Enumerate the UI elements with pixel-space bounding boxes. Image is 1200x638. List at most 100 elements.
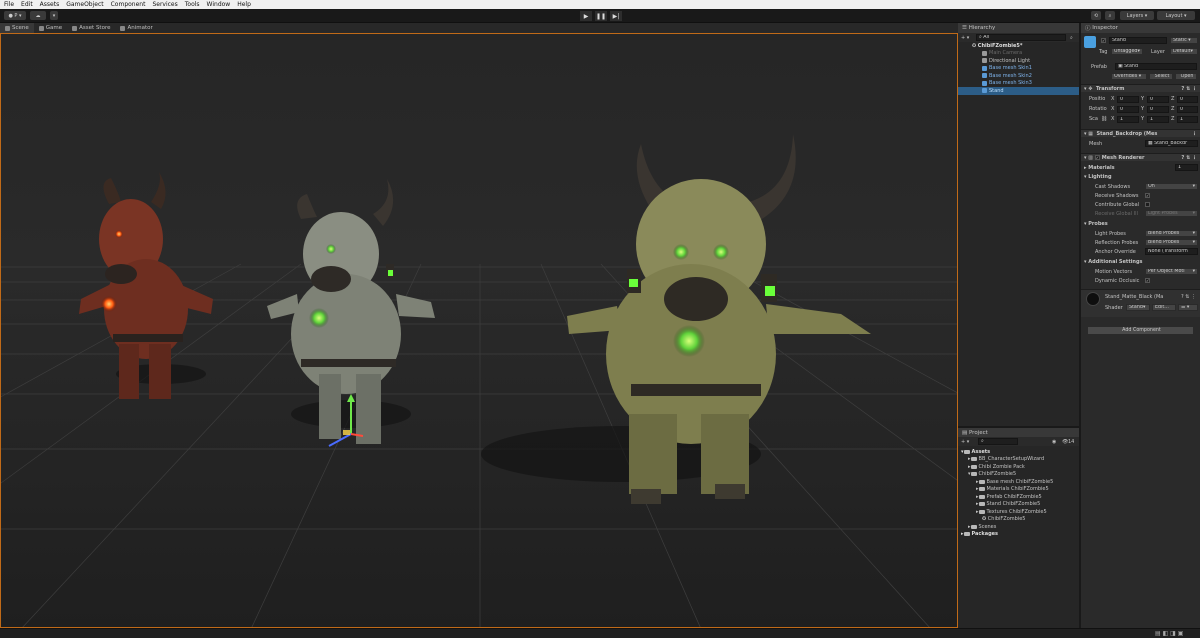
reflection-probes-dropdown[interactable]: Blend Probes ▾ [1145,239,1198,246]
hierarchy-item-directional-light[interactable]: Directional Light [982,57,1030,65]
rotation-z-field[interactable]: 0 [1177,106,1198,113]
project-subfolder-item[interactable]: ▸ Textures ChibiFZombie5 [976,508,1047,516]
static-dropdown[interactable]: Static ▾ [1170,37,1198,44]
search-button[interactable]: ⌕ [1105,11,1115,20]
component-menu-icon[interactable]: ⋮ [1192,131,1197,137]
scale-z-field[interactable]: 1 [1177,116,1198,123]
step-button[interactable]: ▶| [610,11,622,21]
contribute-gi-checkbox[interactable] [1145,202,1150,207]
menu-gameobject[interactable]: GameObject [66,1,103,8]
rotation-x-field[interactable]: 0 [1117,106,1139,113]
project-subfolder-item[interactable]: ▸ Materials ChibiFZombie5 [976,486,1049,494]
menu-assets[interactable]: Assets [40,1,60,8]
light-probes-dropdown[interactable]: Blend Probes ▾ [1145,230,1198,237]
project-tab[interactable]: ▤ Project [958,428,1079,437]
select-button[interactable]: Select [1149,73,1173,80]
layers-dropdown[interactable]: Layers ▾ [1120,11,1154,20]
history-button[interactable]: ⟲ [1091,11,1101,20]
transform-header[interactable]: ▾ ✥ Transform? ⇅ ⋮ [1081,84,1200,92]
cloud-button[interactable]: ☁ [30,11,46,20]
project-folder-item[interactable]: ▸ BB_CharacterSetupWizard [968,456,1044,464]
mesh-renderer-header[interactable]: ▾ ▥ ✓ Mesh Renderer? ⇅ ⋮ [1081,153,1200,161]
menu-help[interactable]: Help [237,1,251,8]
project-assets-root[interactable]: ▾ Assets [961,448,990,456]
menu-edit[interactable]: Edit [21,1,33,8]
hierarchy-item-skin2[interactable]: Base mesh Skin2 [982,72,1032,80]
menu-tools[interactable]: Tools [185,1,200,8]
layer-dropdown[interactable]: Default ▾ [1170,48,1198,55]
prefab-field[interactable]: ▣ Stand [1115,63,1197,70]
tab-game[interactable]: Game [33,23,68,33]
project-subfolder-item[interactable]: ▸ Prefab ChibiFZombie5 [976,493,1042,501]
mesh-filter-header[interactable]: ▾ ▦ Stand_Backdrop (Mes ⋮ [1081,129,1200,137]
lighting-foldout[interactable]: ▾ Lighting [1084,174,1112,180]
search-icon[interactable]: ⌕ [1070,35,1073,41]
receive-shadows-checkbox[interactable]: ✓ [1145,193,1150,198]
hierarchy-item-skin1[interactable]: Base mesh Skin1 [982,65,1032,73]
project-subfolder-item[interactable]: ▸ Base mesh ChibiFZombie5 [976,478,1053,486]
menu-window[interactable]: Window [207,1,231,8]
scene-viewport[interactable] [0,33,958,628]
scale-x-field[interactable]: 1 [1117,116,1139,123]
project-folder-item[interactable]: ▸ Chibi Zombie Pack [968,463,1025,471]
materials-count-field[interactable]: 1 [1175,164,1198,171]
eye-icon[interactable]: ◉ [1052,439,1056,445]
dynamic-occlusion-checkbox[interactable]: ✓ [1145,278,1150,283]
shader-edit-button[interactable]: Edit... [1152,304,1176,311]
play-button[interactable]: ▶ [580,11,592,21]
component-menu-icon[interactable]: ? ⇅ ⋮ [1181,155,1197,161]
project-search[interactable]: ⌕ [978,438,1018,445]
anchor-override-field[interactable]: None (Transform [1145,248,1198,255]
hierarchy-item-skin3[interactable]: Base mesh Skin3 [982,80,1032,88]
rotation-y-field[interactable]: 0 [1147,106,1169,113]
scale-y-field[interactable]: 1 [1147,116,1169,123]
link-icon[interactable]: ⛓ [1101,116,1107,122]
overrides-dropdown[interactable]: Overrides ▾ [1111,73,1147,80]
hierarchy-scene-row[interactable]: ✪ ChibiFZombie5* [972,42,1076,50]
position-y-field[interactable]: 0 [1147,96,1169,103]
component-menu-icon[interactable]: ? ⇅ ⋮ [1181,86,1197,92]
menu-file[interactable]: File [4,1,14,8]
project-folder-item[interactable]: ▸ Scenes [968,523,996,531]
hierarchy-tab[interactable]: ☰ Hierarchy [958,23,1079,33]
project-folder-item[interactable]: ▾ ChibiFZombie5 [968,471,1016,479]
motion-vectors-dropdown[interactable]: Per Object Moti ▾ [1145,268,1198,275]
layout-dropdown[interactable]: Layout ▾ [1157,11,1195,20]
add-icon[interactable]: + ▾ [961,35,969,41]
shader-dropdown[interactable]: Stand ▾ [1126,304,1150,311]
mesh-field[interactable]: ▦ Stand_Backdr [1145,140,1198,147]
tag-dropdown[interactable]: Untagged ▾ [1111,48,1143,55]
account-dropdown[interactable]: ● P ▾ [4,11,26,20]
project-subfolder-label: Base mesh ChibiFZombie5 [986,478,1054,485]
project-scene-file[interactable]: ✪ ChibiFZombie5 [982,516,1025,524]
tab-asset-store[interactable]: Asset Store [67,23,116,33]
hierarchy-item-stand[interactable]: Stand [958,87,1079,95]
position-z-value: 0 [1180,96,1184,102]
cast-shadows-dropdown[interactable]: On ▾ [1145,183,1198,190]
collab-button[interactable]: ▾ [50,11,58,20]
renderer-enabled-checkbox[interactable]: ✓ [1094,155,1100,160]
open-button[interactable]: Open [1175,73,1197,80]
hierarchy-item-main-camera[interactable]: Main Camera [982,50,1022,58]
materials-foldout[interactable]: ▸ Materials [1084,165,1115,171]
add-component-button[interactable]: Add Component [1087,326,1194,335]
project-packages-root[interactable]: ▸ Packages [961,531,998,539]
menu-services[interactable]: Services [152,1,177,8]
object-name-field[interactable]: Stand [1109,37,1167,44]
active-checkbox[interactable]: ✓ [1101,38,1106,43]
position-z-field[interactable]: 0 [1177,96,1198,103]
pause-button[interactable]: ❚❚ [595,11,607,21]
position-x-field[interactable]: 0 [1117,96,1139,103]
tab-scene[interactable]: Scene [0,23,34,33]
tab-animator[interactable]: Animator [115,23,158,33]
component-menu-icon[interactable]: ? ⇅ ⋮ [1181,294,1196,300]
add-icon[interactable]: + ▾ [961,439,969,445]
additional-settings-foldout[interactable]: ▾ Additional Settings [1084,259,1143,265]
shader-options-dropdown[interactable]: ☰ ▾ [1178,304,1198,311]
inspector-tab[interactable]: ⓘ Inspector [1081,23,1200,33]
menu-component[interactable]: Component [111,1,146,8]
probes-foldout[interactable]: ▾ Probes [1084,221,1108,227]
receive-gi-dropdown[interactable]: Light Probes ▾ [1145,210,1198,217]
project-subfolder-item[interactable]: ▸ Stand ChibiFZombie5 [976,501,1040,509]
hierarchy-search[interactable]: ⌕ All [976,34,1066,41]
